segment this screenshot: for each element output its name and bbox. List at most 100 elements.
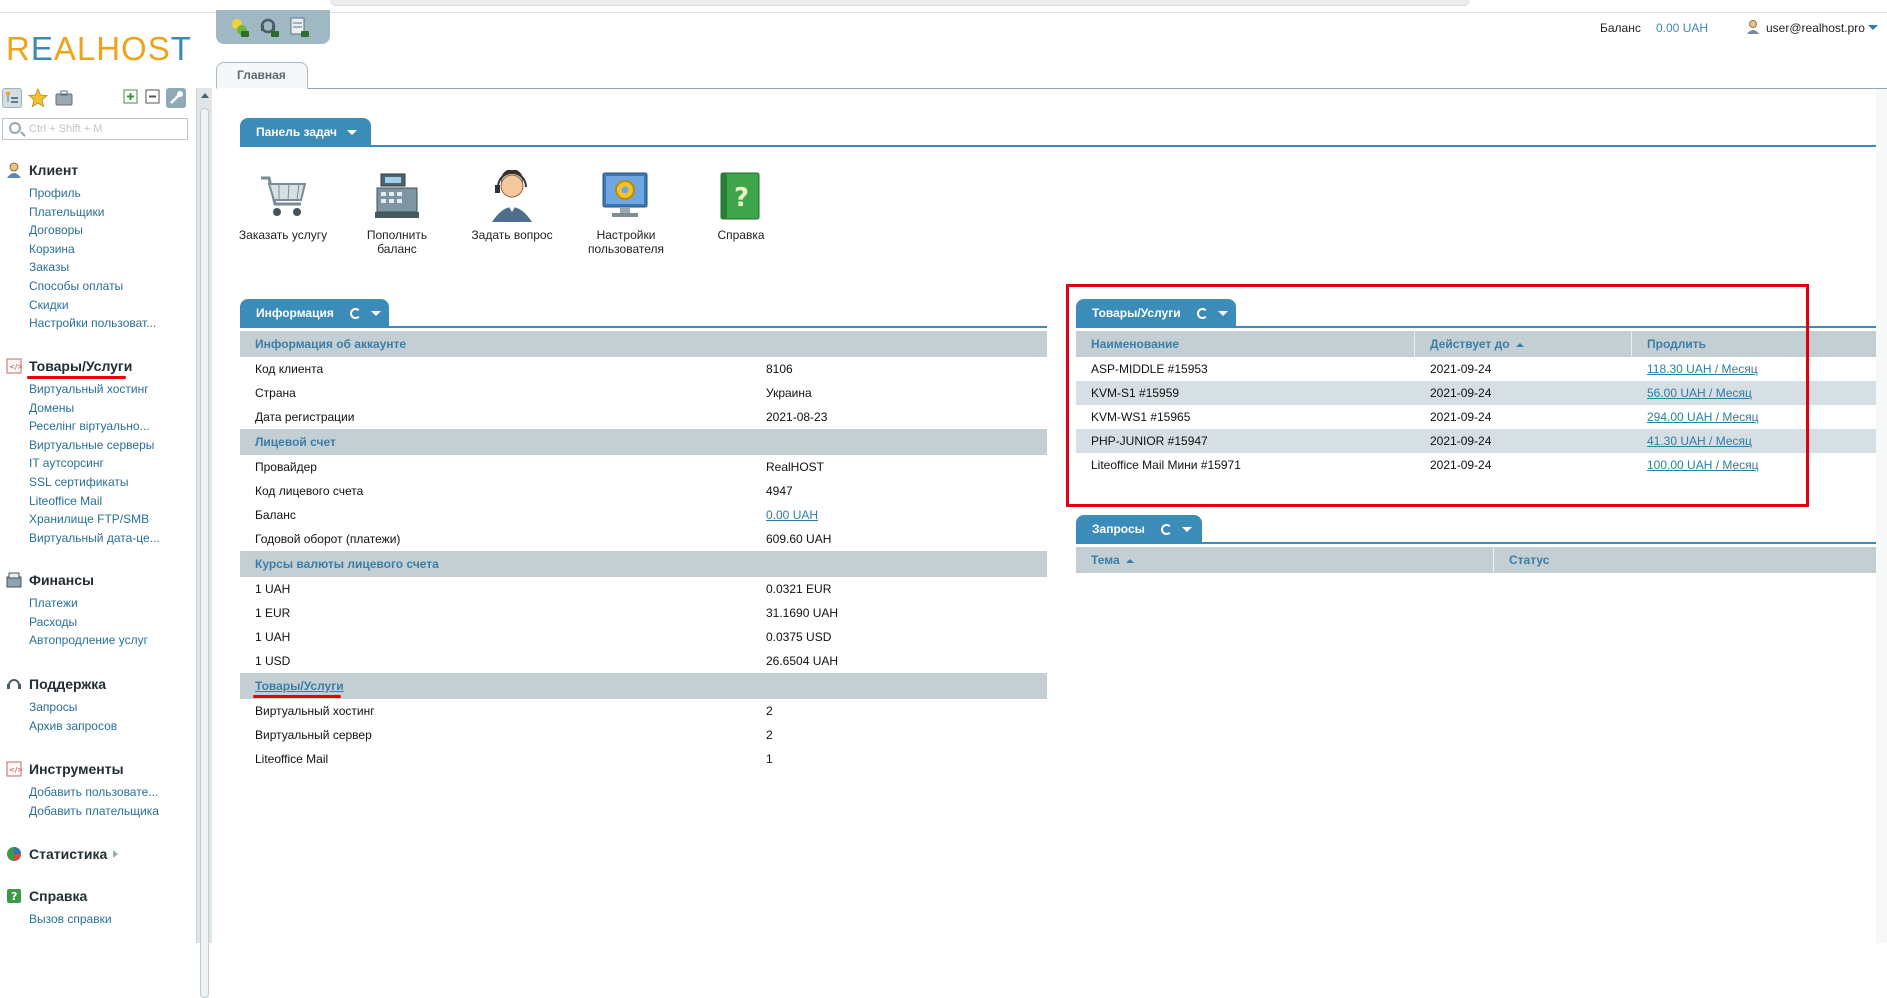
column-header-topic[interactable]: Тема xyxy=(1076,547,1494,573)
info-label: Код лицевого счета xyxy=(255,484,364,498)
sidebar-item-discounts[interactable]: Скидки xyxy=(0,296,170,315)
collapse-all-icon[interactable] xyxy=(144,88,164,108)
info-section-title: Курсы валюты лицевого счета xyxy=(240,551,1047,577)
add-order-icon[interactable] xyxy=(228,16,250,38)
info-value: 0.0321 EUR xyxy=(766,582,832,596)
headset-icon xyxy=(6,676,22,692)
info-row: 1 UAH 0.0375 USD xyxy=(240,625,1047,649)
sidebar-group-header[interactable]: Поддержка xyxy=(0,674,170,694)
sidebar-item-contracts[interactable]: Договоры xyxy=(0,221,170,240)
sidebar-item-virtual-datacenter[interactable]: Виртуальный дата-це... xyxy=(0,529,170,548)
sidebar-scrollbar[interactable] xyxy=(196,88,212,998)
billing-icon[interactable] xyxy=(288,16,310,38)
favorites-star-icon[interactable] xyxy=(28,87,48,108)
chevron-down-icon[interactable] xyxy=(370,310,381,316)
briefcase-icon[interactable] xyxy=(54,88,74,108)
sidebar-item-virtual-servers[interactable]: Виртуальные серверы xyxy=(0,436,170,455)
info-row: Дата регистрации 2021-08-23 xyxy=(240,405,1047,429)
main-tab-line xyxy=(216,88,1887,89)
support-icon[interactable] xyxy=(258,16,280,38)
task-help[interactable]: ? Справка xyxy=(686,170,796,242)
sidebar-item-requests-archive[interactable]: Архив запросов xyxy=(0,717,170,736)
sidebar-item-call-help[interactable]: Вызов справки xyxy=(0,910,170,929)
scrollbar-thumb[interactable] xyxy=(200,108,209,998)
task-panel-line xyxy=(240,145,1887,147)
sidebar-search-input[interactable]: Ctrl + Shift + M xyxy=(2,118,188,140)
balance-value[interactable]: 0.00 UAH xyxy=(1656,21,1708,35)
sidebar-group-header[interactable]: Финансы xyxy=(0,570,170,590)
svg-text:</>: </> xyxy=(9,766,22,774)
balance-label: Баланс xyxy=(1600,21,1641,35)
expand-all-icon[interactable] xyxy=(122,88,142,108)
task-order-service[interactable]: Заказать услугу xyxy=(228,170,338,242)
realhost-logo[interactable]: REALHOST xyxy=(6,30,192,68)
tab-main[interactable]: Главная xyxy=(216,62,308,89)
sidebar-group-header[interactable]: </> Товары/Услуги xyxy=(0,356,170,376)
sidebar-item-it-outsourcing[interactable]: IT аутсорсинг xyxy=(0,454,170,473)
sidebar-item-requests[interactable]: Запросы xyxy=(0,698,170,717)
task-label: Задать вопрос xyxy=(471,228,553,242)
task-ask-question[interactable]: Задать вопрос xyxy=(457,169,567,242)
sidebar-item-cart[interactable]: Корзина xyxy=(0,240,170,259)
sidebar-item-orders[interactable]: Заказы xyxy=(0,258,170,277)
sidebar-item-auto-renew[interactable]: Автопродление услуг xyxy=(0,631,170,650)
info-section-services: Товары/Услуги xyxy=(240,673,1047,699)
info-row: Годовой оборот (платежи) 609.60 UAH xyxy=(240,527,1047,551)
task-top-up-balance[interactable]: Пополнить баланс xyxy=(342,170,452,256)
sidebar-item-ftp-storage[interactable]: Хранилище FTP/SMB xyxy=(0,510,170,529)
sidebar-group-header[interactable]: Статистика xyxy=(0,844,119,864)
sidebar-item-liteoffice-mail[interactable]: Liteoffice Mail xyxy=(0,492,170,511)
sidebar-item-reseller[interactable]: Реселінг віртуально... xyxy=(0,417,170,436)
sidebar-item-add-payer[interactable]: Добавить плательщика xyxy=(0,802,170,821)
chevron-down-icon[interactable] xyxy=(1868,25,1878,30)
info-section-title: Информация об аккаунте xyxy=(240,331,1047,357)
info-label: 1 UAH xyxy=(255,630,291,644)
refresh-icon[interactable] xyxy=(349,307,361,319)
services-section-link[interactable]: Товары/Услуги xyxy=(255,679,344,693)
sidebar-group-title: Инструменты xyxy=(29,761,124,777)
sidebar-item-payments[interactable]: Платежи xyxy=(0,594,170,613)
sidebar-group-header[interactable]: </> Инструменты xyxy=(0,759,170,779)
balance-link[interactable]: 0.00 UAH xyxy=(766,508,818,522)
info-panel-header[interactable]: Информация xyxy=(240,299,389,327)
chevron-down-icon[interactable] xyxy=(1181,526,1192,532)
sidebar-group-header[interactable]: ? Справка xyxy=(0,886,170,906)
task-panel-header[interactable]: Панель задач xyxy=(240,118,371,146)
search-icon xyxy=(9,122,21,134)
sidebar: Ctrl + Shift + M Клиент Профиль Плательщ… xyxy=(0,84,196,943)
sidebar-item-domains[interactable]: Домены xyxy=(0,399,170,418)
sidebar-item-ssl[interactable]: SSL сертификаты xyxy=(0,473,170,492)
finance-icon xyxy=(6,572,22,588)
info-row: Страна Украина xyxy=(240,381,1047,405)
requests-panel-header[interactable]: Запросы xyxy=(1076,515,1202,543)
sidebar-item-payers[interactable]: Плательщики xyxy=(0,203,170,222)
sidebar-toolbar xyxy=(2,87,186,108)
user-menu[interactable]: user@realhost.pro xyxy=(1766,21,1865,35)
info-label: 1 UAH xyxy=(255,582,291,596)
sidebar-item-payment-methods[interactable]: Способы оплаты xyxy=(0,277,170,296)
refresh-icon[interactable] xyxy=(1160,523,1172,535)
requests-panel-line xyxy=(1076,542,1887,544)
task-user-settings[interactable]: Настройки пользователя xyxy=(571,170,681,256)
sidebar-group-title: Поддержка xyxy=(29,676,107,692)
sidebar-item-profile[interactable]: Профиль xyxy=(0,184,170,203)
info-label: Страна xyxy=(255,386,296,400)
sidebar-group-header[interactable]: Клиент xyxy=(0,160,170,180)
column-header-status[interactable]: Статус xyxy=(1494,547,1887,573)
sidebar-item-expenses[interactable]: Расходы xyxy=(0,613,170,632)
tree-view-icon[interactable] xyxy=(2,88,22,108)
info-label: Годовой оборот (платежи) xyxy=(255,532,401,546)
sidebar-item-user-settings[interactable]: Настройки пользоват... xyxy=(0,314,170,333)
info-row: Liteoffice Mail 1 xyxy=(240,747,1047,771)
sidebar-group-client: Клиент Профиль Плательщики Договоры Корз… xyxy=(0,160,170,333)
scroll-up-icon[interactable] xyxy=(201,93,209,98)
sidebar-item-virtual-hosting[interactable]: Виртуальный хостинг xyxy=(0,380,170,399)
info-row: 1 EUR 31.1690 UAH xyxy=(240,601,1047,625)
search-placeholder: Ctrl + Shift + M xyxy=(29,123,103,135)
info-panel-title: Информация xyxy=(256,306,334,320)
chevron-down-icon[interactable] xyxy=(347,129,357,135)
main-scrollbar[interactable] xyxy=(1876,89,1887,943)
pin-icon[interactable] xyxy=(166,88,186,108)
chevron-right-icon[interactable] xyxy=(113,850,119,858)
sidebar-item-add-user[interactable]: Добавить пользовате... xyxy=(0,783,170,802)
